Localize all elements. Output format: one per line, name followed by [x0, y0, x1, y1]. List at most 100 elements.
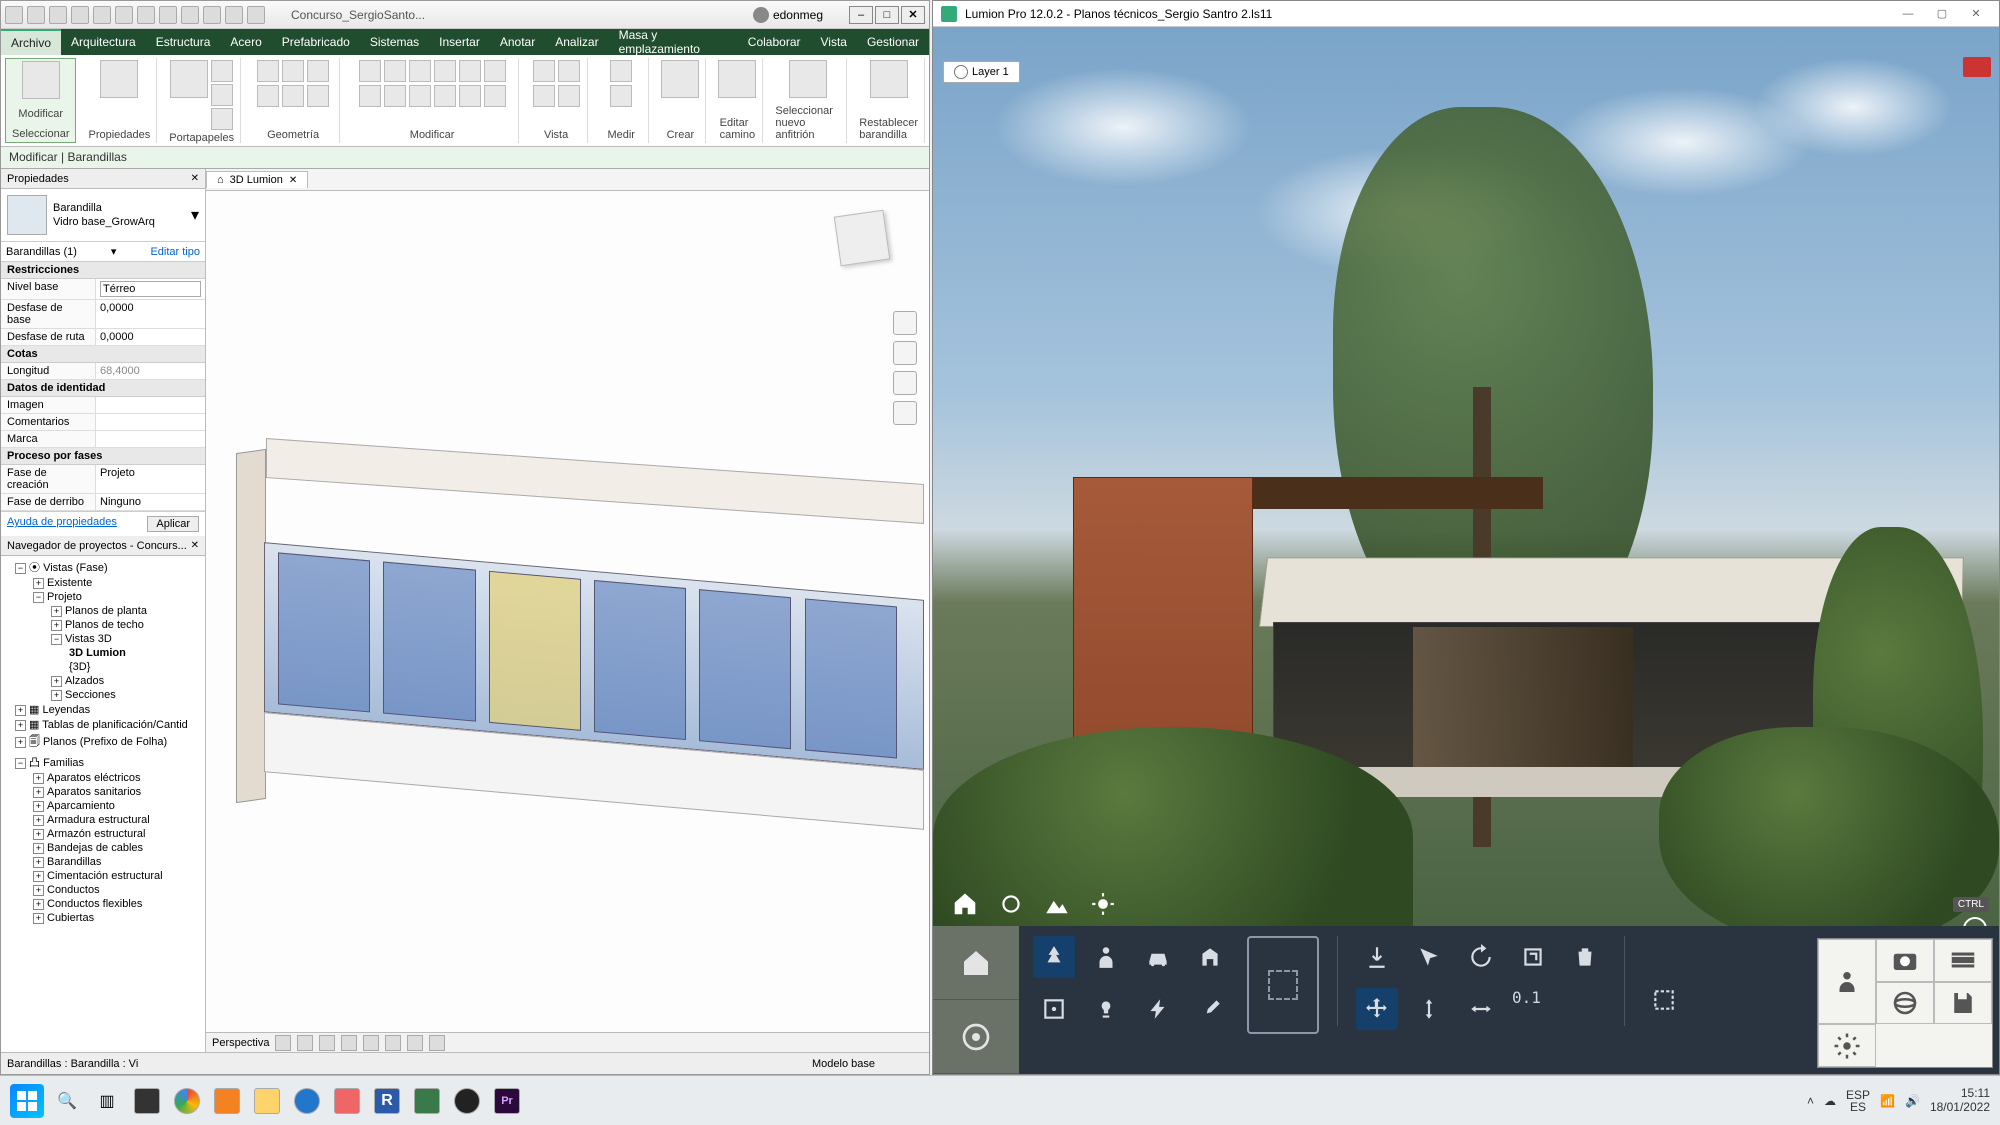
- utilities-category-icon[interactable]: [1189, 988, 1231, 1030]
- medir-icon[interactable]: [610, 60, 632, 82]
- dropdown-icon[interactable]: ▾: [111, 245, 117, 258]
- tree-label[interactable]: Planos de planta: [65, 605, 147, 617]
- steering-wheel-icon[interactable]: [893, 311, 917, 335]
- tree-label[interactable]: Secciones: [65, 689, 116, 701]
- close-button[interactable]: ✕: [1961, 5, 1991, 23]
- lang-primary[interactable]: ESP: [1846, 1089, 1870, 1101]
- qat-icon[interactable]: [49, 6, 67, 24]
- prop-value[interactable]: 0,0000: [96, 329, 205, 345]
- expand-icon[interactable]: +: [33, 773, 44, 784]
- editor-icon[interactable]: [1818, 939, 1876, 1024]
- geo-icon[interactable]: [307, 60, 329, 82]
- expand-icon[interactable]: −: [33, 592, 44, 603]
- weather-icon[interactable]: [995, 888, 1027, 920]
- instance-count[interactable]: Barandillas (1): [6, 246, 77, 258]
- tree-label[interactable]: Conductos flexibles: [47, 898, 142, 910]
- nuevo-anfitrion-icon[interactable]: [789, 60, 827, 98]
- taskbar-chrome[interactable]: [170, 1084, 204, 1118]
- vc-icon[interactable]: [297, 1035, 313, 1051]
- transport-category-icon[interactable]: [1137, 936, 1179, 978]
- placement-target-icon[interactable]: [1247, 936, 1319, 1034]
- menu-gestionar[interactable]: Gestionar: [857, 29, 929, 55]
- lang-secondary[interactable]: ES: [1846, 1101, 1870, 1113]
- editar-camino-icon[interactable]: [718, 60, 756, 98]
- build-mode-icon[interactable]: [933, 926, 1019, 1000]
- vista-icon[interactable]: [558, 85, 580, 107]
- paste-icon[interactable]: [170, 60, 208, 98]
- tree-label[interactable]: Alzados: [65, 675, 104, 687]
- qat-icon[interactable]: [181, 6, 199, 24]
- tree-label[interactable]: Familias: [43, 757, 84, 769]
- menu-sistemas[interactable]: Sistemas: [360, 29, 429, 55]
- photo-icon[interactable]: [1876, 939, 1934, 982]
- expand-icon[interactable]: +: [33, 787, 44, 798]
- movie-icon[interactable]: [1934, 939, 1992, 982]
- qat-icon[interactable]: [115, 6, 133, 24]
- place-icon[interactable]: [1356, 936, 1398, 978]
- section-fases[interactable]: Proceso por fases: [1, 448, 205, 465]
- qat-icon[interactable]: [247, 6, 265, 24]
- expand-icon[interactable]: −: [15, 758, 26, 769]
- start-button[interactable]: [10, 1084, 44, 1118]
- nature-category-icon[interactable]: [1033, 936, 1075, 978]
- maximize-button[interactable]: ▢: [1927, 5, 1957, 23]
- context-options-icon[interactable]: [1643, 979, 1685, 1021]
- section-restricciones[interactable]: Restricciones: [1, 262, 205, 279]
- tree-label[interactable]: Planos de techo: [65, 619, 144, 631]
- medir-icon[interactable]: [610, 85, 632, 107]
- expand-icon[interactable]: +: [33, 913, 44, 924]
- menu-anotar[interactable]: Anotar: [490, 29, 545, 55]
- prop-value[interactable]: [96, 431, 205, 447]
- expand-icon[interactable]: +: [15, 705, 26, 716]
- properties-icon[interactable]: [100, 60, 138, 98]
- tree-label[interactable]: Aparcamiento: [47, 800, 115, 812]
- people-category-icon[interactable]: [1085, 936, 1127, 978]
- mod-icon[interactable]: [459, 85, 481, 107]
- tree-label[interactable]: Armadura estructural: [47, 814, 150, 826]
- qat-icon[interactable]: [5, 6, 23, 24]
- copy-icon[interactable]: [211, 84, 233, 106]
- tree-label[interactable]: Barandillas: [47, 856, 101, 868]
- tree-label[interactable]: Aparatos sanitarios: [47, 786, 141, 798]
- menu-vista[interactable]: Vista: [811, 29, 857, 55]
- taskbar-premiere[interactable]: Pr: [490, 1084, 524, 1118]
- minimize-button[interactable]: –: [849, 6, 873, 24]
- expand-icon[interactable]: +: [51, 690, 62, 701]
- user-avatar-icon[interactable]: [753, 7, 769, 23]
- mod-icon[interactable]: [409, 85, 431, 107]
- taskbar-lumion[interactable]: [410, 1084, 444, 1118]
- cut-icon[interactable]: [211, 60, 233, 82]
- tree-label[interactable]: Bandejas de cables: [47, 842, 143, 854]
- lights-category-icon[interactable]: [1085, 988, 1127, 1030]
- geo-icon[interactable]: [257, 85, 279, 107]
- save-icon[interactable]: [1934, 982, 1992, 1025]
- menu-prefabricado[interactable]: Prefabricado: [272, 29, 360, 55]
- mod-icon[interactable]: [359, 85, 381, 107]
- expand-icon[interactable]: +: [51, 676, 62, 687]
- rotate-icon[interactable]: [1460, 936, 1502, 978]
- search-button[interactable]: 🔍: [50, 1084, 84, 1118]
- pan-icon[interactable]: [893, 341, 917, 365]
- mod-icon[interactable]: [484, 60, 506, 82]
- geo-icon[interactable]: [307, 85, 329, 107]
- mod-icon[interactable]: [434, 60, 456, 82]
- qat-icon[interactable]: [93, 6, 111, 24]
- tree-label[interactable]: Existente: [47, 577, 92, 589]
- expand-icon[interactable]: +: [15, 737, 26, 748]
- expand-icon[interactable]: +: [51, 606, 62, 617]
- vc-icon[interactable]: [407, 1035, 423, 1051]
- expand-icon[interactable]: +: [33, 899, 44, 910]
- mod-icon[interactable]: [459, 60, 481, 82]
- select-icon[interactable]: [1408, 936, 1450, 978]
- close-panel-icon[interactable]: ✕: [191, 540, 199, 551]
- menu-analizar[interactable]: Analizar: [545, 29, 608, 55]
- vista-icon[interactable]: [533, 85, 555, 107]
- view-tab-3d-lumion[interactable]: ⌂ 3D Lumion ✕: [206, 171, 308, 188]
- home-icon[interactable]: [949, 888, 981, 920]
- menu-colaborar[interactable]: Colaborar: [738, 29, 811, 55]
- taskbar-app[interactable]: [330, 1084, 364, 1118]
- panorama-icon[interactable]: [1876, 982, 1934, 1025]
- prop-value[interactable]: [96, 397, 205, 413]
- vc-icon[interactable]: [319, 1035, 335, 1051]
- expand-icon[interactable]: +: [33, 871, 44, 882]
